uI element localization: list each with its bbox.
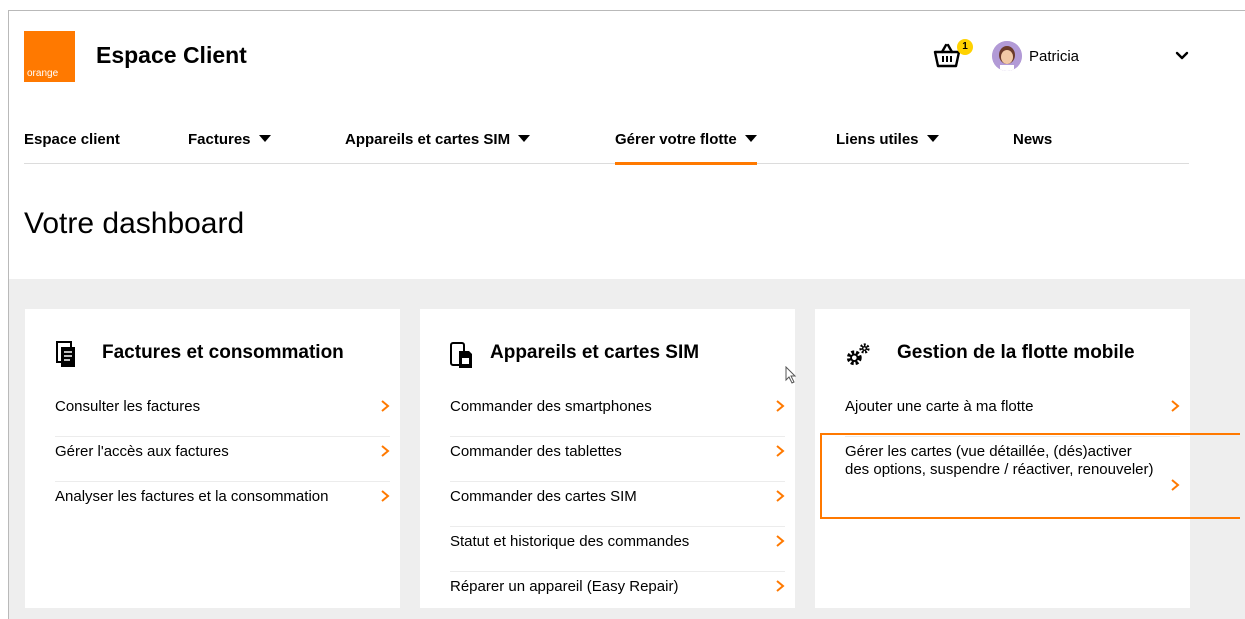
card-header: Appareils et cartes SIM [420,339,795,373]
nav-item-liens-utiles[interactable]: Liens utiles [836,131,939,162]
link-ajouter-carte[interactable]: Ajouter une carte à ma flotte [845,392,1180,437]
link-statut-commandes[interactable]: Statut et historique des commandes [450,527,785,572]
main-nav: Espace client Factures Appareils et cart… [24,121,1189,165]
card-header: Gestion de la flotte mobile [815,339,1190,373]
link-commander-tablettes[interactable]: Commander des tablettes [450,437,785,482]
mouse-cursor-icon [785,366,797,384]
caret-down-icon [258,135,271,142]
nav-item-espace-client[interactable]: Espace client [24,131,120,162]
link-reparer-appareil[interactable]: Réparer un appareil (Easy Repair) [450,572,785,617]
link-commander-cartes-sim[interactable]: Commander des cartes SIM [450,482,785,527]
nav-item-factures[interactable]: Factures [188,131,271,162]
nav-item-label: Gérer votre flotte [615,131,737,148]
nav-item-label: Factures [188,131,251,148]
chevron-right-icon [381,400,390,412]
card-link-list: Consulter les factures Gérer l'accès aux… [55,392,390,527]
card-link-list: Commander des smartphones Commander des … [450,392,785,617]
link-label: Ajouter une carte à ma flotte [845,398,1034,415]
page-title: Votre dashboard [24,207,245,240]
link-commander-smartphones[interactable]: Commander des smartphones [450,392,785,437]
link-label: Gérer l'accès aux factures [55,443,229,460]
avatar[interactable] [992,41,1022,71]
link-label: Consulter les factures [55,398,201,415]
link-gerer-acces-factures[interactable]: Gérer l'accès aux factures [55,437,390,482]
card-title: Appareils et cartes SIM [490,342,700,363]
card-appareils: Appareils et cartes SIM Commander des sm… [420,309,795,608]
nav-item-label: Liens utiles [836,131,919,148]
card-header: Factures et consommation [25,339,400,373]
chevron-right-icon [1171,400,1180,412]
chevron-right-icon [776,535,785,547]
avatar-icon [992,41,1022,71]
user-name[interactable]: Patricia [1029,48,1079,65]
gears-icon [846,343,870,366]
link-label: Commander des tablettes [450,443,622,460]
chevron-right-icon [776,490,785,502]
chevron-right-icon [776,580,785,592]
nav-item-news[interactable]: News [1013,131,1052,162]
nav-item-label: Appareils et cartes SIM [345,131,511,148]
invoice-icon [56,341,75,367]
card-title: Gestion de la flotte mobile [897,342,1135,363]
sim-card-icon [450,342,472,368]
link-analyser-factures[interactable]: Analyser les factures et la consommation [55,482,390,527]
logo-text: orange [27,68,59,79]
chevron-right-icon [381,445,390,457]
chevron-down-icon[interactable] [1173,47,1191,65]
link-label: Statut et historique des commandes [450,533,690,550]
link-label: Commander des cartes SIM [450,488,637,505]
link-consulter-factures[interactable]: Consulter les factures [55,392,390,437]
caret-down-icon [926,135,939,142]
card-title: Factures et consommation [102,342,344,363]
link-label: Analyser les factures et la consommation [55,488,329,505]
chevron-right-icon [776,400,785,412]
caret-down-icon [744,135,757,142]
chevron-right-icon [776,445,785,457]
cart-count-badge: 1 [957,39,973,55]
nav-item-appareils[interactable]: Appareils et cartes SIM [345,131,531,162]
highlight-box [820,433,1240,519]
link-label: Commander des smartphones [450,398,652,415]
card-factures: Factures et consommation Consulter les f… [25,309,400,608]
link-label: Réparer un appareil (Easy Repair) [450,578,679,595]
app-title: Espace Client [96,42,247,68]
nav-item-label: News [1013,131,1053,148]
nav-item-label: Espace client [24,131,120,148]
nav-item-gerer-flotte[interactable]: Gérer votre flotte [615,131,757,165]
caret-down-icon [518,135,531,142]
orange-logo[interactable]: orange [24,31,75,82]
chevron-right-icon [381,490,390,502]
